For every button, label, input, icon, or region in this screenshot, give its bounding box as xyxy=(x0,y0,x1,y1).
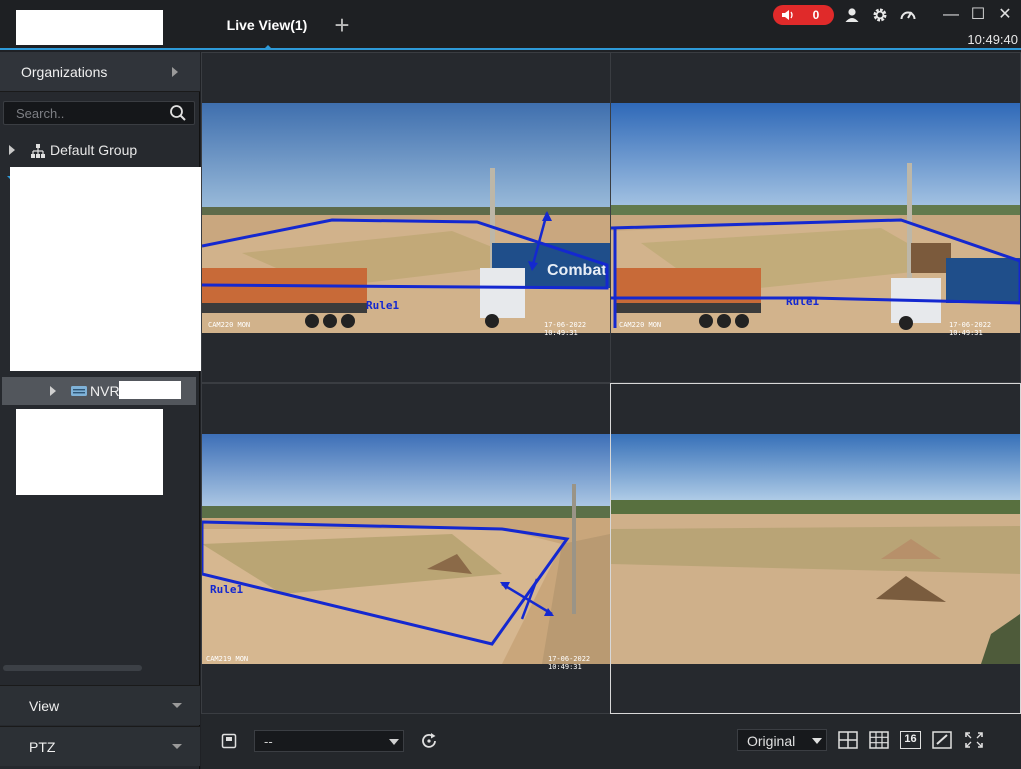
expand-arrow-icon[interactable] xyxy=(50,386,56,396)
preset-select[interactable]: -- xyxy=(254,730,404,752)
redacted-tree-area xyxy=(10,167,203,371)
ptz-label: PTZ xyxy=(29,739,56,755)
camera-feed-3 xyxy=(202,434,610,664)
scale-value: Original xyxy=(747,733,796,749)
chevron-down-icon xyxy=(172,703,182,708)
top-bar: Live View(1) + 0 — ☐ ✕ 10:49:40 xyxy=(0,0,1021,50)
sidebar: Organizations Default Group xyxy=(0,52,203,769)
minimize-button[interactable]: — xyxy=(941,5,961,25)
speedometer-icon[interactable] xyxy=(899,6,917,24)
video-grid: Combat Rule1 CAM220 MON 17-06-2022 10:49… xyxy=(201,52,1021,714)
camera-name: CAM220 MON xyxy=(208,321,251,329)
preset-value: -- xyxy=(264,734,273,749)
tab-live-view-label: Live View(1) xyxy=(226,17,308,33)
user-icon[interactable] xyxy=(843,6,861,24)
redacted-area xyxy=(16,409,163,495)
search-icon[interactable] xyxy=(169,104,187,122)
camera-name: CAM219 MON xyxy=(206,655,249,663)
layout-16-button[interactable]: 16 xyxy=(900,731,921,749)
video-window-1[interactable]: Combat Rule1 CAM220 MON 17-06-2022 10:49… xyxy=(201,52,611,383)
tab-live-view[interactable]: Live View(1) xyxy=(217,8,317,50)
speaker-icon xyxy=(782,10,793,20)
camera-feed-4 xyxy=(611,434,1020,664)
add-tab-button[interactable]: + xyxy=(330,12,354,38)
camera-name: CAM220 MON xyxy=(619,321,662,329)
search-box xyxy=(3,101,195,125)
camera-timestamp: 17-06-2022 10:49:31 xyxy=(548,655,591,671)
rule-label: Rule1 xyxy=(210,583,244,596)
save-icon[interactable] xyxy=(221,733,237,749)
video-window-3[interactable]: Rule1 CAM219 MON 17-06-2022 10:49:31 xyxy=(201,383,611,714)
chevron-down-icon xyxy=(172,744,182,749)
camera-timestamp: 17-06-2022 10:49:31 xyxy=(949,321,992,337)
organizations-label: Organizations xyxy=(21,64,108,80)
camera-timestamp: 17-06-2022 10:49:31 xyxy=(544,321,587,337)
search-input[interactable] xyxy=(4,102,164,124)
tree-item-default-group[interactable]: Default Group xyxy=(0,140,200,162)
video-window-2[interactable]: Rule1 CAM220 MON 17-06-2022 10:49:31 xyxy=(610,52,1021,383)
tree-item-nvr[interactable]: NVR xyxy=(2,377,196,405)
alarm-badge[interactable]: 0 xyxy=(773,5,834,25)
nvr-device-icon xyxy=(71,386,87,396)
rule-label: Rule1 xyxy=(786,295,820,308)
chevron-right-icon xyxy=(172,67,178,77)
chevron-down-icon xyxy=(389,739,399,745)
redacted-device-name xyxy=(119,381,181,399)
view-panel-header[interactable]: View xyxy=(0,685,200,725)
app-window: Live View(1) + 0 — ☐ ✕ 10:49:40 Organiza… xyxy=(0,0,1021,769)
camera-feed-1: Combat xyxy=(202,103,610,333)
refresh-icon[interactable] xyxy=(420,732,438,750)
organizations-header[interactable]: Organizations xyxy=(0,52,200,92)
tree-item-label: Default Group xyxy=(50,142,138,158)
organization-tree-icon xyxy=(31,144,45,158)
layout-9-icon[interactable] xyxy=(869,731,889,749)
fullscreen-icon[interactable] xyxy=(964,731,984,749)
ptz-panel-header[interactable]: PTZ xyxy=(0,726,200,766)
close-button[interactable]: ✕ xyxy=(995,5,1015,25)
chevron-down-icon xyxy=(812,738,822,744)
edit-layout-icon[interactable] xyxy=(932,731,952,749)
bottom-toolbar: -- Original 16 xyxy=(201,714,1021,769)
scale-select[interactable]: Original xyxy=(737,729,827,751)
gear-icon[interactable] xyxy=(871,6,889,24)
layout-4-icon[interactable] xyxy=(838,731,858,749)
rule-label: Rule1 xyxy=(366,299,400,312)
maximize-button[interactable]: ☐ xyxy=(968,5,988,25)
horizontal-scrollbar[interactable] xyxy=(3,665,142,671)
alarm-count: 0 xyxy=(812,8,820,22)
view-label: View xyxy=(29,698,60,714)
tree-item-label: NVR xyxy=(90,383,120,399)
clock: 10:49:40 xyxy=(967,32,1018,47)
video-window-4[interactable] xyxy=(610,383,1021,714)
truck-text: Combat xyxy=(547,262,607,279)
logo-redacted xyxy=(16,10,163,45)
tab-active-indicator xyxy=(263,45,273,50)
expand-arrow-icon[interactable] xyxy=(9,145,15,155)
